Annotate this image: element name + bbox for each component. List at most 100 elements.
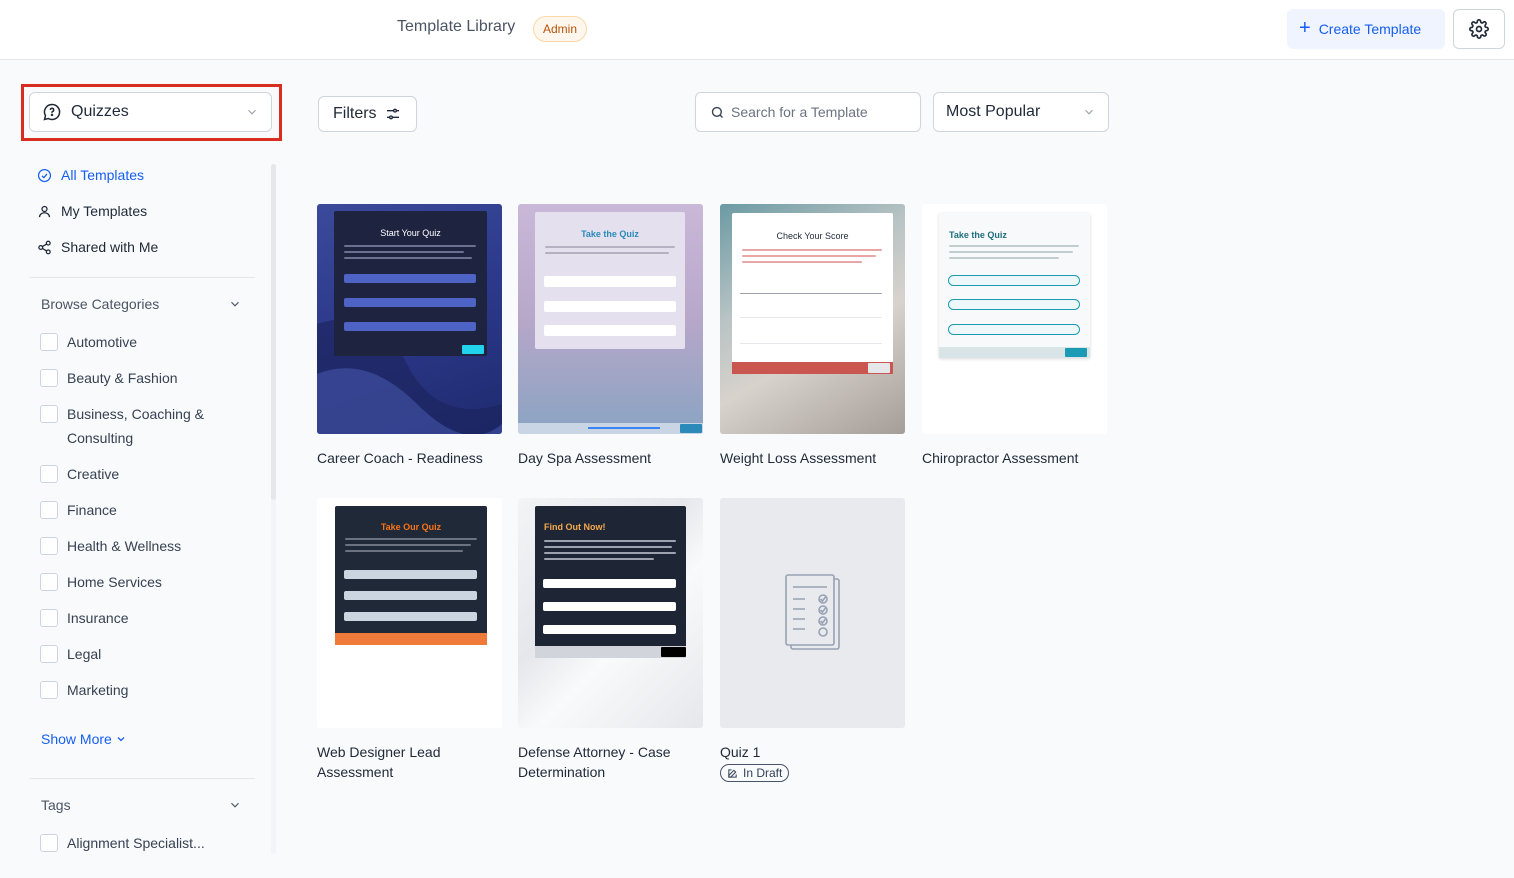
template-type-select[interactable]: Quizzes — [29, 92, 272, 132]
form-panel: Start Your Quiz — [334, 211, 487, 356]
sliders-icon — [386, 108, 399, 120]
category-beauty-fashion[interactable]: Beauty & Fashion — [40, 366, 178, 390]
template-card[interactable]: Take Our Quiz Web Designer Lead Assessme… — [317, 498, 502, 782]
tags-toggle[interactable]: Tags — [41, 795, 242, 815]
template-title: Career Coach - Readiness — [317, 450, 483, 466]
draft-status-badge: In Draft — [720, 764, 790, 782]
category-creative[interactable]: Creative — [40, 462, 119, 486]
template-card[interactable]: Quiz 1 In Draft — [720, 498, 905, 784]
category-label: Finance — [67, 502, 117, 518]
share-icon — [38, 240, 51, 254]
settings-button[interactable] — [1453, 9, 1505, 49]
show-more-link[interactable]: Show More — [41, 731, 127, 747]
browse-categories-heading: Browse Categories — [41, 296, 160, 312]
tag-checkbox[interactable] — [40, 834, 58, 852]
gear-icon — [1469, 19, 1489, 39]
sort-select[interactable]: Most Popular — [933, 92, 1109, 132]
chevron-down-icon — [117, 737, 125, 742]
category-checkbox[interactable] — [40, 501, 58, 519]
template-title: Defense Attorney - Case Determination — [518, 744, 671, 780]
category-checkbox[interactable] — [40, 573, 58, 591]
category-checkbox[interactable] — [40, 465, 58, 483]
category-checkbox[interactable] — [40, 645, 58, 663]
admin-badge: Admin — [533, 16, 588, 42]
nav-my-templates[interactable]: My Templates — [37, 201, 147, 221]
category-legal[interactable]: Legal — [40, 642, 101, 666]
text-line — [544, 552, 676, 554]
category-label: Creative — [67, 466, 120, 482]
form-field — [344, 322, 476, 331]
page-title: Template Library — [397, 18, 516, 35]
template-title: Day Spa Assessment — [518, 450, 652, 466]
category-checkbox[interactable] — [40, 537, 58, 555]
category-label: Legal — [67, 646, 102, 662]
category-health-wellness[interactable]: Health & Wellness — [40, 534, 181, 558]
quiz-placeholder-icon — [784, 574, 840, 650]
form-button — [680, 424, 702, 433]
text-line — [949, 257, 1059, 259]
text-line — [742, 261, 862, 263]
sidebar-divider — [30, 277, 255, 278]
category-checkbox[interactable] — [40, 609, 58, 627]
category-insurance[interactable]: Insurance — [40, 606, 128, 630]
category-label: Automotive — [67, 334, 138, 350]
text-line — [949, 251, 1073, 253]
form-field — [544, 276, 676, 287]
sort-value: Most Popular — [946, 103, 1041, 120]
form-field — [344, 570, 477, 579]
form-panel: Take the Quiz — [535, 212, 685, 349]
text-line — [742, 255, 876, 257]
tag-alignment-specialist[interactable]: Alignment Specialist... — [40, 831, 205, 855]
text-line — [344, 257, 472, 259]
thumb-heading: Take the Quiz — [581, 229, 639, 239]
search-box[interactable] — [695, 92, 921, 132]
template-title: Web Designer Lead Assessment — [317, 744, 441, 780]
form-field — [948, 299, 1080, 310]
text-line — [545, 252, 669, 254]
form-button — [462, 345, 484, 354]
template-card[interactable]: Check Your Score Weight Loss Assessment — [720, 204, 905, 468]
text-line — [544, 558, 654, 560]
category-finance[interactable]: Finance — [40, 498, 117, 522]
text-line — [949, 245, 1079, 247]
browse-categories-toggle[interactable]: Browse Categories — [41, 294, 242, 314]
thumb-heading: Find Out Now! — [544, 522, 606, 532]
template-thumbnail — [720, 498, 905, 728]
thumb-heading: Take the Quiz — [949, 230, 1007, 240]
category-home-services[interactable]: Home Services — [40, 570, 162, 594]
sidebar-scrollbar-thumb[interactable] — [271, 164, 276, 500]
search-icon — [711, 106, 723, 118]
category-business-coaching[interactable]: Business, Coaching & Consulting — [40, 402, 230, 450]
category-automotive[interactable]: Automotive — [40, 330, 137, 354]
form-button — [1065, 348, 1087, 357]
nav-item-label: All Templates — [61, 167, 145, 183]
draft-status-label: In Draft — [743, 766, 783, 780]
plus-icon: + — [1299, 17, 1311, 39]
template-card[interactable]: Find Out Now! Defense Attorney - Case De… — [518, 498, 703, 782]
nav-shared-with-me[interactable]: Shared with Me — [37, 237, 158, 257]
template-thumbnail: Check Your Score — [720, 204, 905, 434]
template-title: Weight Loss Assessment — [720, 450, 877, 466]
template-card[interactable]: Take the Quiz Chiropractor Assessment — [922, 204, 1107, 468]
form-button — [661, 647, 686, 657]
chat-bubble-icon — [43, 103, 61, 121]
category-checkbox[interactable] — [40, 681, 58, 699]
category-checkbox[interactable] — [40, 405, 58, 423]
template-thumbnail: Start Your Quiz — [317, 204, 502, 434]
form-field — [544, 301, 676, 312]
category-label: Health & Wellness — [67, 538, 182, 554]
search-input[interactable] — [731, 104, 911, 120]
template-card[interactable]: Take the Quiz Day Spa Assessment — [518, 204, 703, 468]
template-thumbnail: Find Out Now! — [518, 498, 703, 728]
progress-strip — [335, 633, 487, 645]
progress-bar — [588, 427, 660, 429]
category-marketing[interactable]: Marketing — [40, 678, 128, 702]
create-template-button[interactable]: + Create Template — [1287, 9, 1445, 49]
form-field — [544, 325, 676, 336]
category-checkbox[interactable] — [40, 369, 58, 387]
nav-all-templates[interactable]: All Templates — [37, 165, 144, 185]
category-checkbox[interactable] — [40, 333, 58, 351]
text-line — [344, 251, 464, 253]
template-card[interactable]: Start Your Quiz Career Coach - Readiness — [317, 204, 502, 468]
filters-button[interactable]: Filters — [318, 96, 417, 132]
